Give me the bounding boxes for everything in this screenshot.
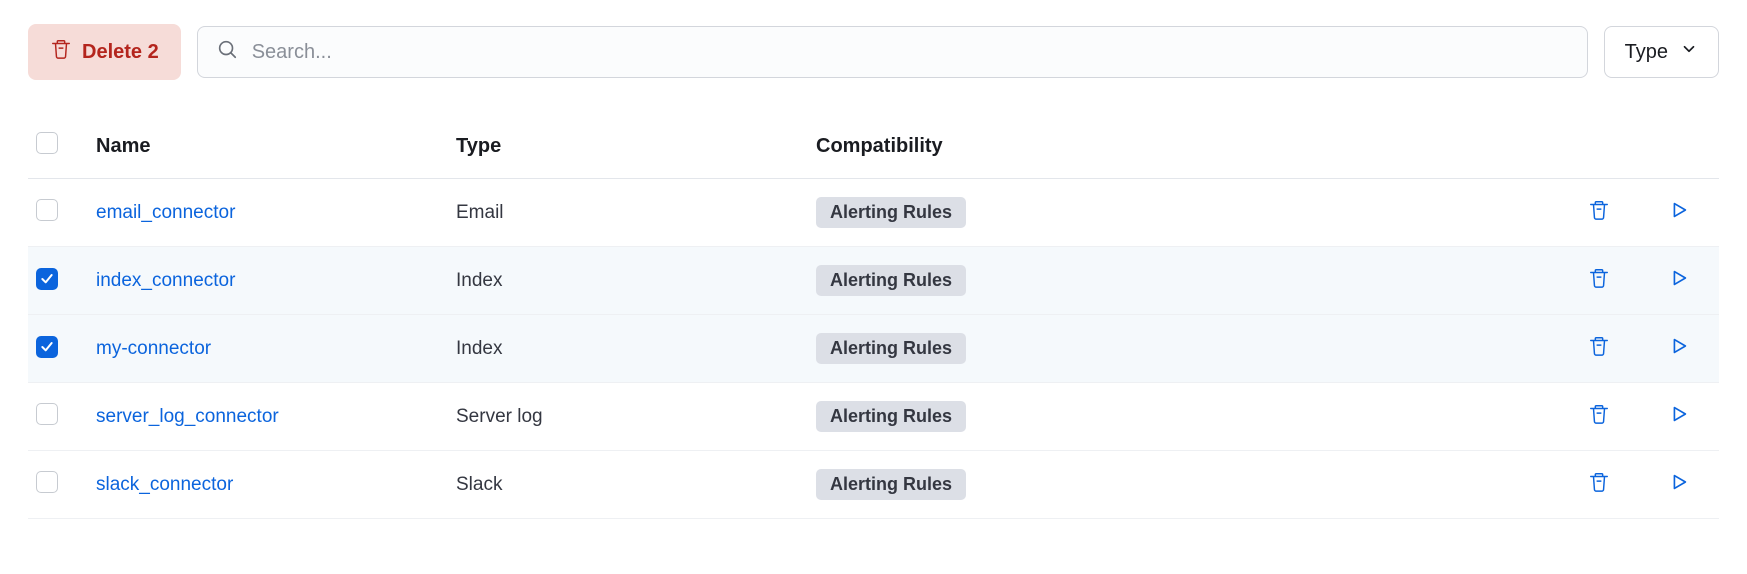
play-icon <box>1668 471 1690 499</box>
table-row: email_connector Email Alerting Rules <box>28 179 1719 247</box>
trash-icon <box>1588 267 1610 295</box>
type-filter[interactable]: Type <box>1604 26 1719 78</box>
row-run-button[interactable] <box>1664 470 1694 500</box>
compatibility-badge: Alerting Rules <box>816 197 966 228</box>
delete-button-label: Delete 2 <box>82 41 159 64</box>
connector-name-link[interactable]: email_connector <box>96 202 235 223</box>
delete-button[interactable]: Delete 2 <box>28 24 181 80</box>
table-row: my-connector Index Alerting Rules <box>28 315 1719 383</box>
toolbar: Delete 2 Type <box>28 24 1719 80</box>
row-delete-button[interactable] <box>1584 334 1614 364</box>
compatibility-badge: Alerting Rules <box>816 265 966 296</box>
connector-name-link[interactable]: my-connector <box>96 338 211 359</box>
table-row: slack_connector Slack Alerting Rules <box>28 451 1719 519</box>
search-icon <box>216 38 238 66</box>
type-filter-label: Type <box>1625 41 1668 64</box>
play-icon <box>1668 199 1690 227</box>
row-delete-button[interactable] <box>1584 470 1614 500</box>
connector-name-link[interactable]: slack_connector <box>96 474 233 495</box>
trash-icon <box>1588 403 1610 431</box>
row-checkbox[interactable] <box>36 336 58 358</box>
connectors-table: Name Type Compatibility email_connector E… <box>28 120 1719 519</box>
row-checkbox[interactable] <box>36 199 58 221</box>
row-checkbox[interactable] <box>36 471 58 493</box>
chevron-down-icon <box>1680 40 1698 64</box>
search-input[interactable] <box>238 33 1569 72</box>
connector-name-link[interactable]: index_connector <box>96 270 235 291</box>
select-all-checkbox[interactable] <box>36 132 58 154</box>
row-checkbox[interactable] <box>36 268 58 290</box>
trash-icon <box>1588 199 1610 227</box>
connector-type: Index <box>456 338 502 359</box>
row-delete-button[interactable] <box>1584 266 1614 296</box>
search-field[interactable] <box>197 26 1588 78</box>
play-icon <box>1668 267 1690 295</box>
row-run-button[interactable] <box>1664 402 1694 432</box>
compatibility-badge: Alerting Rules <box>816 469 966 500</box>
row-run-button[interactable] <box>1664 334 1694 364</box>
table-row: server_log_connector Server log Alerting R… <box>28 383 1719 451</box>
row-run-button[interactable] <box>1664 266 1694 296</box>
row-delete-button[interactable] <box>1584 198 1614 228</box>
row-checkbox[interactable] <box>36 403 58 425</box>
connector-type: Slack <box>456 474 502 495</box>
row-run-button[interactable] <box>1664 198 1694 228</box>
column-header-compatibility[interactable]: Compatibility <box>808 120 1559 179</box>
trash-icon <box>1588 335 1610 363</box>
table-row: index_connector Index Alerting Rules <box>28 247 1719 315</box>
column-header-type[interactable]: Type <box>448 120 808 179</box>
connector-type: Index <box>456 270 502 291</box>
play-icon <box>1668 335 1690 363</box>
connector-name-link[interactable]: server_log_connector <box>96 406 279 427</box>
connector-type: Server log <box>456 406 543 427</box>
play-icon <box>1668 403 1690 431</box>
compatibility-badge: Alerting Rules <box>816 333 966 364</box>
column-header-name[interactable]: Name <box>88 120 448 179</box>
trash-icon <box>50 38 72 66</box>
row-delete-button[interactable] <box>1584 402 1614 432</box>
compatibility-badge: Alerting Rules <box>816 401 966 432</box>
connector-type: Email <box>456 202 504 223</box>
trash-icon <box>1588 471 1610 499</box>
